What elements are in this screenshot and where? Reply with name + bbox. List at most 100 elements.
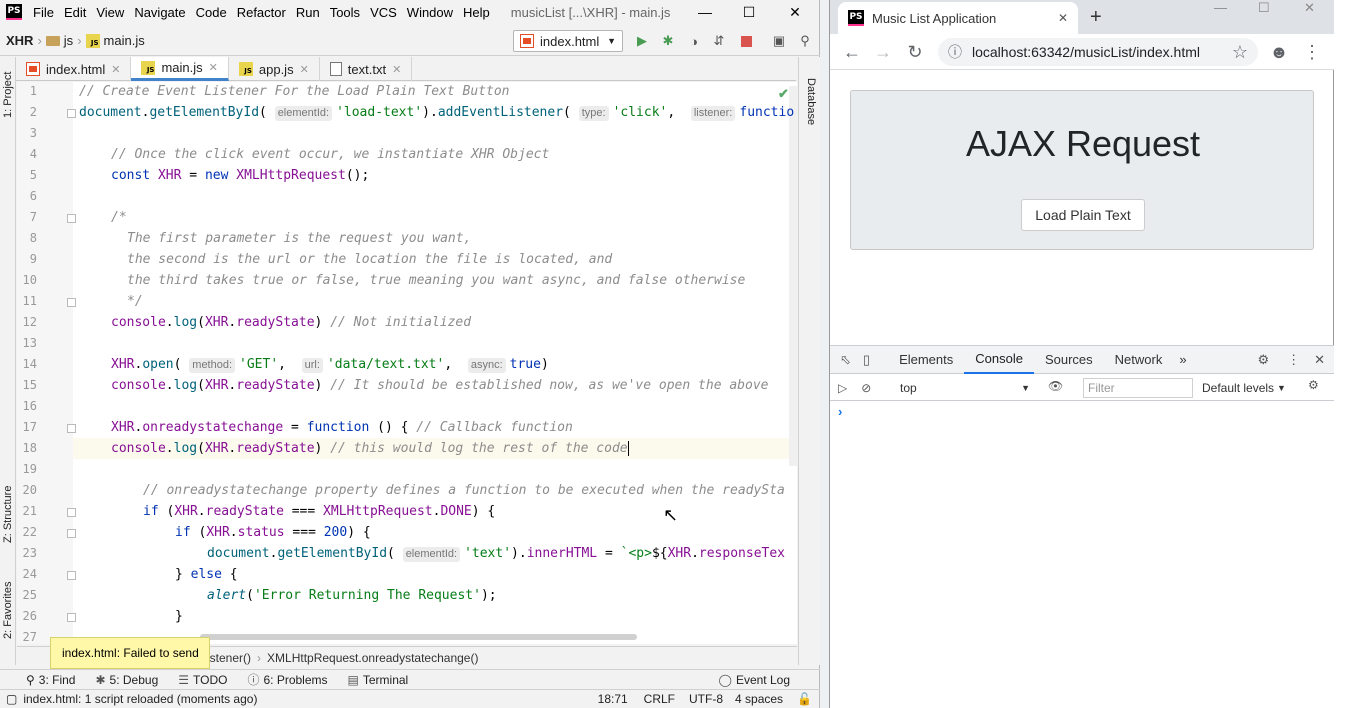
close-tab-icon[interactable]: ✕ — [1058, 11, 1068, 25]
tab-console[interactable]: Console — [964, 346, 1034, 374]
terminal-tool-button[interactable]: ▤ Terminal — [338, 673, 419, 687]
more-tabs-icon[interactable]: » — [1173, 352, 1192, 367]
breadcrumb-function[interactable]: istener() — [207, 651, 251, 665]
menu-window[interactable]: Window — [402, 5, 458, 20]
menu-navigate[interactable]: Navigate — [129, 5, 190, 20]
fold-marker-icon[interactable] — [67, 529, 76, 538]
clear-console-icon[interactable]: ⊘ — [855, 381, 877, 395]
right-tool-stripe: Database — [798, 57, 820, 665]
menu-help[interactable]: Help — [458, 5, 495, 20]
close-tab-icon[interactable]: ✕ — [209, 61, 218, 74]
project-tool-button[interactable]: 1: Project — [0, 65, 16, 125]
debug-icon[interactable]: ✱ — [660, 33, 676, 49]
breadcrumb-folder[interactable]: js — [42, 33, 77, 48]
menu-kebab-icon[interactable]: ⋮ — [1300, 40, 1324, 64]
menu-vcs[interactable]: VCS — [365, 5, 402, 20]
caret-position[interactable]: 18:71 — [590, 692, 636, 706]
database-tool-button[interactable]: Database — [803, 67, 819, 137]
close-icon[interactable]: ✕ — [772, 0, 818, 24]
reload-icon[interactable]: ↻ — [903, 40, 927, 64]
menu-refactor[interactable]: Refactor — [232, 5, 291, 20]
maximize-icon[interactable]: ☐ — [1258, 0, 1270, 16]
log-levels-dropdown[interactable]: Default levels ▼ — [1202, 378, 1286, 398]
stop-icon[interactable] — [738, 33, 754, 49]
coverage-icon[interactable]: ◑ — [686, 33, 702, 49]
menu-run[interactable]: Run — [291, 5, 325, 20]
status-toggle-icon[interactable]: ▢ — [0, 692, 23, 706]
indent-setting[interactable]: 4 spaces — [729, 692, 789, 706]
minimize-icon[interactable]: — — [1214, 0, 1227, 15]
console-prompt-icon[interactable]: › — [838, 404, 842, 419]
project-structure-icon[interactable]: ▣ — [771, 33, 787, 49]
fold-marker-icon[interactable] — [67, 613, 76, 622]
run-icon[interactable]: ▶ — [634, 33, 650, 49]
sidebar-toggle-icon[interactable]: ▷ — [830, 381, 855, 395]
line-number: 22 — [22, 525, 37, 539]
close-icon[interactable]: ✕ — [1304, 0, 1315, 16]
profile-icon[interactable]: ⇵ — [711, 33, 727, 49]
menu-code[interactable]: Code — [191, 5, 232, 20]
code-line: The first parameter is the request you w… — [127, 231, 472, 246]
file-encoding[interactable]: UTF-8 — [683, 692, 729, 706]
tab-text-txt[interactable]: text.txt ✕ — [320, 57, 413, 81]
load-plain-text-button[interactable]: Load Plain Text — [1021, 199, 1145, 231]
search-icon[interactable]: ⚲ — [797, 33, 813, 49]
breadcrumb-file[interactable]: JS main.js — [82, 33, 149, 48]
close-tab-icon[interactable]: ✕ — [111, 63, 120, 76]
tab-sources[interactable]: Sources — [1034, 346, 1104, 374]
menu-kebab-icon[interactable]: ⋮ — [1279, 352, 1308, 368]
editor-horizontal-scrollbar[interactable] — [200, 634, 637, 640]
fold-marker-icon[interactable] — [67, 214, 76, 223]
profile-avatar-icon[interactable]: ☻ — [1267, 40, 1291, 64]
find-tool-button[interactable]: ⚲ 3: Find — [0, 673, 85, 687]
tab-app-js[interactable]: JS app.js ✕ — [229, 57, 320, 81]
close-tab-icon[interactable]: ✕ — [392, 63, 401, 76]
todo-tool-button[interactable]: ☰ TODO — [168, 673, 237, 687]
eye-icon[interactable]: 👁 — [1048, 379, 1063, 393]
inspect-element-icon[interactable]: ⬁ — [830, 352, 859, 368]
editor-vertical-scrollbar[interactable] — [789, 86, 797, 466]
close-icon[interactable]: ✕ — [1308, 352, 1335, 368]
device-toolbar-icon[interactable]: ▯ — [859, 352, 888, 368]
console-filter-input[interactable]: Filter — [1083, 378, 1193, 398]
gear-icon[interactable]: ⚙ — [1247, 352, 1279, 368]
menu-tools[interactable]: Tools — [325, 5, 365, 20]
context-select[interactable]: top ▼ — [896, 378, 1034, 398]
close-tab-icon[interactable]: ✕ — [300, 63, 309, 76]
favorites-tool-button[interactable]: 2: Favorites — [0, 577, 16, 643]
event-log-button[interactable]: ◯ Event Log — [709, 673, 820, 687]
problems-tool-button[interactable]: ⓘ 6: Problems — [237, 671, 337, 688]
url-input[interactable]: ⓘ localhost:63342/musicList/index.html — [938, 38, 1258, 66]
menu-edit[interactable]: Edit — [59, 5, 91, 20]
tab-main-js[interactable]: JS main.js ✕ — [131, 57, 229, 81]
run-configuration-dropdown[interactable]: index.html ▼ — [513, 30, 623, 52]
menu-file[interactable]: File — [28, 5, 59, 20]
new-tab-icon[interactable]: + — [1090, 6, 1102, 29]
bookmark-star-icon[interactable]: ☆ — [1228, 40, 1252, 64]
structure-tool-button[interactable]: Z: Structure — [0, 481, 16, 547]
breadcrumb-project[interactable]: XHR — [0, 33, 37, 48]
gear-icon[interactable]: ⚙ — [1308, 378, 1319, 392]
tool-window-bar: ⚲ 3: Find ✱ 5: Debug ☰ TODO ⓘ 6: Problems ▤ T… — [0, 669, 820, 689]
breadcrumb-handler[interactable]: XMLHttpRequest.onreadystatechange() — [267, 651, 478, 665]
folder-icon — [45, 35, 60, 46]
line-separator[interactable]: CRLF — [636, 692, 683, 706]
fold-marker-icon[interactable] — [67, 424, 76, 433]
debug-tool-button[interactable]: ✱ 5: Debug — [85, 673, 168, 687]
line-number: 10 — [22, 273, 37, 287]
back-icon[interactable]: ← — [840, 40, 864, 64]
menu-view[interactable]: View — [91, 5, 129, 20]
tab-elements[interactable]: Elements — [888, 346, 964, 374]
lock-icon[interactable]: 🔓 — [789, 692, 820, 706]
maximize-icon[interactable]: ☐ — [726, 0, 772, 24]
fold-marker-icon[interactable] — [67, 508, 76, 517]
fold-marker-icon[interactable] — [67, 298, 76, 307]
fold-marker-icon[interactable] — [67, 109, 76, 118]
forward-icon[interactable]: → — [871, 40, 895, 64]
tab-index-html[interactable]: index.html ✕ — [16, 57, 132, 81]
fold-marker-icon[interactable] — [67, 571, 76, 580]
minimize-icon[interactable]: — — [682, 0, 728, 24]
chevron-down-icon: ▼ — [1277, 383, 1286, 393]
tab-network[interactable]: Network — [1104, 346, 1174, 374]
browser-tab[interactable]: PS Music List Application ✕ — [838, 2, 1078, 34]
